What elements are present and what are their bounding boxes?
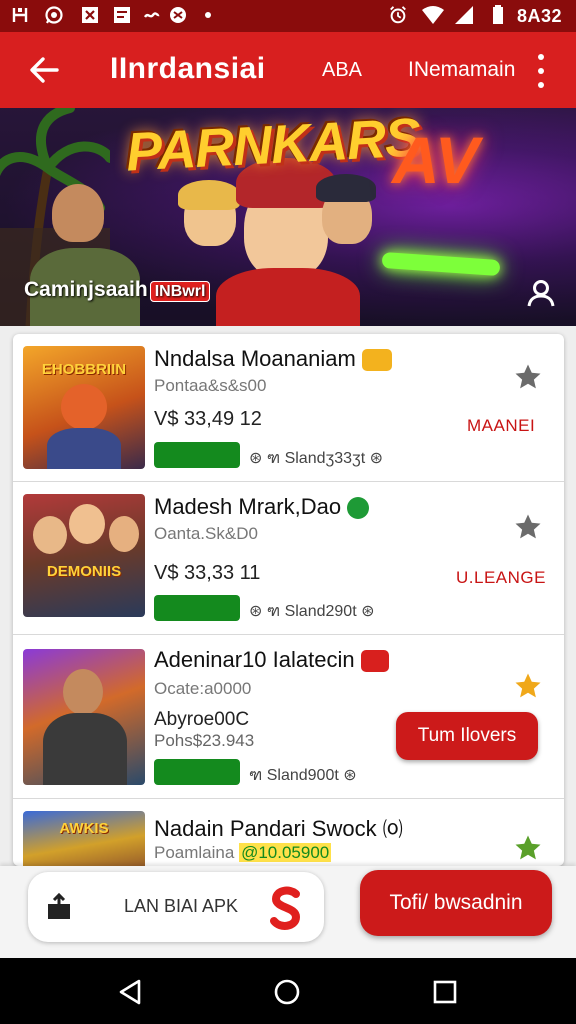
item-price: V$ 33,49 12 [154, 408, 262, 430]
item-title: Adeninar10 Ialatecin [154, 647, 389, 673]
item-thumbnail [23, 649, 145, 785]
dot-icon [198, 5, 218, 25]
x-icon [80, 5, 100, 25]
thumbnail-character-body [47, 428, 121, 469]
thumbnail-character [69, 504, 105, 544]
item-meta: ⊛ ฑ Slandʒ33ʒt ⊛ [249, 450, 384, 467]
game-list: EHOBBRIIN Nndalsa Moananiam Pontaa&s&s00… [13, 334, 564, 866]
battery-icon [488, 5, 508, 25]
list-item[interactable]: DEMONIIS Madesh Mrark,Dao Oanta.Sk&D0 V$… [13, 482, 564, 635]
primary-cta-button[interactable]: Tofi/ bwsadnin [360, 870, 552, 936]
wifi-icon [420, 5, 446, 25]
star-icon[interactable] [513, 512, 543, 542]
banner-caption-text: Caminjsaaih [24, 278, 148, 301]
item-meta: ⊛ ฑ Sland290t ⊛ [249, 603, 375, 620]
wave-icon [142, 5, 162, 25]
nav-home-icon[interactable] [272, 977, 302, 1007]
banner-caption: Caminjsaaih INBwrl [24, 278, 211, 302]
character-blonde-hair [178, 180, 240, 210]
system-nav-bar [0, 958, 576, 1024]
back-arrow-icon [30, 57, 59, 83]
banner-neon-text: AV [392, 123, 479, 197]
item-thumbnail: AWKIS [23, 811, 145, 866]
user-icon[interactable] [524, 276, 558, 310]
share-icon[interactable] [44, 892, 74, 922]
bottom-action-bar: LAN BIAI APK Tofi/ bwsadnin [0, 866, 576, 958]
thumbnail-character [109, 516, 139, 552]
thumbnail-label: DEMONIIS [46, 563, 122, 580]
thumbnail-character [61, 384, 107, 430]
whatsapp-icon [44, 5, 64, 25]
alarm-icon [388, 5, 408, 25]
item-title: Nadain Pandari Swock ⒪ [154, 816, 403, 841]
thumbnail-label: AWKIS [59, 820, 109, 837]
list-item[interactable]: EHOBBRIIN Nndalsa Moananiam Pontaa&s&s00… [13, 334, 564, 482]
more-options-button[interactable] [530, 54, 552, 88]
status-bar: 8A32 [0, 0, 576, 32]
thumbnail-label: EHOBBRIIN [41, 361, 127, 378]
item-price: V$ 33,33 11 [154, 562, 261, 584]
floating-cta-button[interactable]: Tum Ilovers [396, 712, 538, 760]
progress-bar [154, 759, 240, 785]
thumbnail-character [63, 669, 103, 715]
item-title: Madesh Mrark,Dao [154, 494, 370, 520]
nav-back-icon[interactable] [115, 977, 145, 1007]
star-icon[interactable] [513, 671, 543, 701]
hero-banner[interactable]: PARNKARS AV Caminjsaaih INBwrl [0, 108, 576, 326]
back-button[interactable] [26, 52, 62, 88]
progress-bar [154, 595, 240, 621]
thumbnail-character [33, 516, 67, 554]
app-h-icon [10, 5, 30, 25]
signal-icon [452, 5, 476, 25]
item-subtitle: Poamlaina @10.05900 [154, 843, 332, 862]
item-title: Nndalsa Moananiam [154, 346, 392, 372]
item-price-secondary: Pohs$23.943 [154, 731, 255, 750]
status-time: 8A32 [516, 6, 562, 26]
item-badge [360, 650, 389, 673]
item-badge [347, 497, 370, 520]
item-price: Abyroe00C [154, 709, 250, 730]
apk-card[interactable]: LAN BIAI APK [28, 872, 324, 942]
abbr-link[interactable]: ABA [322, 59, 362, 82]
star-icon[interactable] [513, 833, 543, 863]
character-center-body [216, 268, 360, 326]
character-right-hair [316, 174, 376, 202]
star-icon[interactable] [513, 362, 543, 392]
item-subtitle: Ocate:a0000 [154, 679, 252, 698]
progress-bar [154, 442, 240, 468]
item-action[interactable]: U.LEANGE [456, 568, 546, 588]
news-icon [112, 5, 132, 25]
nav-recents-icon[interactable] [430, 977, 460, 1007]
app-bar: IInrdansiai ABA INemamain [0, 32, 576, 108]
item-subtitle: Oanta.Sk&D0 [154, 524, 258, 543]
item-thumbnail: DEMONIIS [23, 494, 145, 617]
apk-label: LAN BIAI APK [124, 896, 239, 916]
banner-caption-tag: INBwrl [149, 281, 211, 302]
item-badge [361, 349, 392, 372]
item-subtitle: Pontaa&s&s00 [154, 376, 267, 395]
app-title: IInrdansiai [110, 52, 266, 85]
item-action[interactable]: MAANEI [467, 416, 535, 436]
item-thumbnail: EHOBBRIIN [23, 346, 145, 469]
thumbnail-character-body [43, 713, 127, 785]
character-left [52, 184, 104, 242]
list-item[interactable]: AWKIS Nadain Pandari Swock ⒪ Poamlaina @… [13, 799, 564, 866]
camera-icon [168, 5, 188, 25]
item-meta: ฑ Sland900t ⊛ [249, 767, 357, 784]
nav-link[interactable]: INemamain [408, 58, 515, 82]
app-logo-icon [270, 886, 301, 930]
